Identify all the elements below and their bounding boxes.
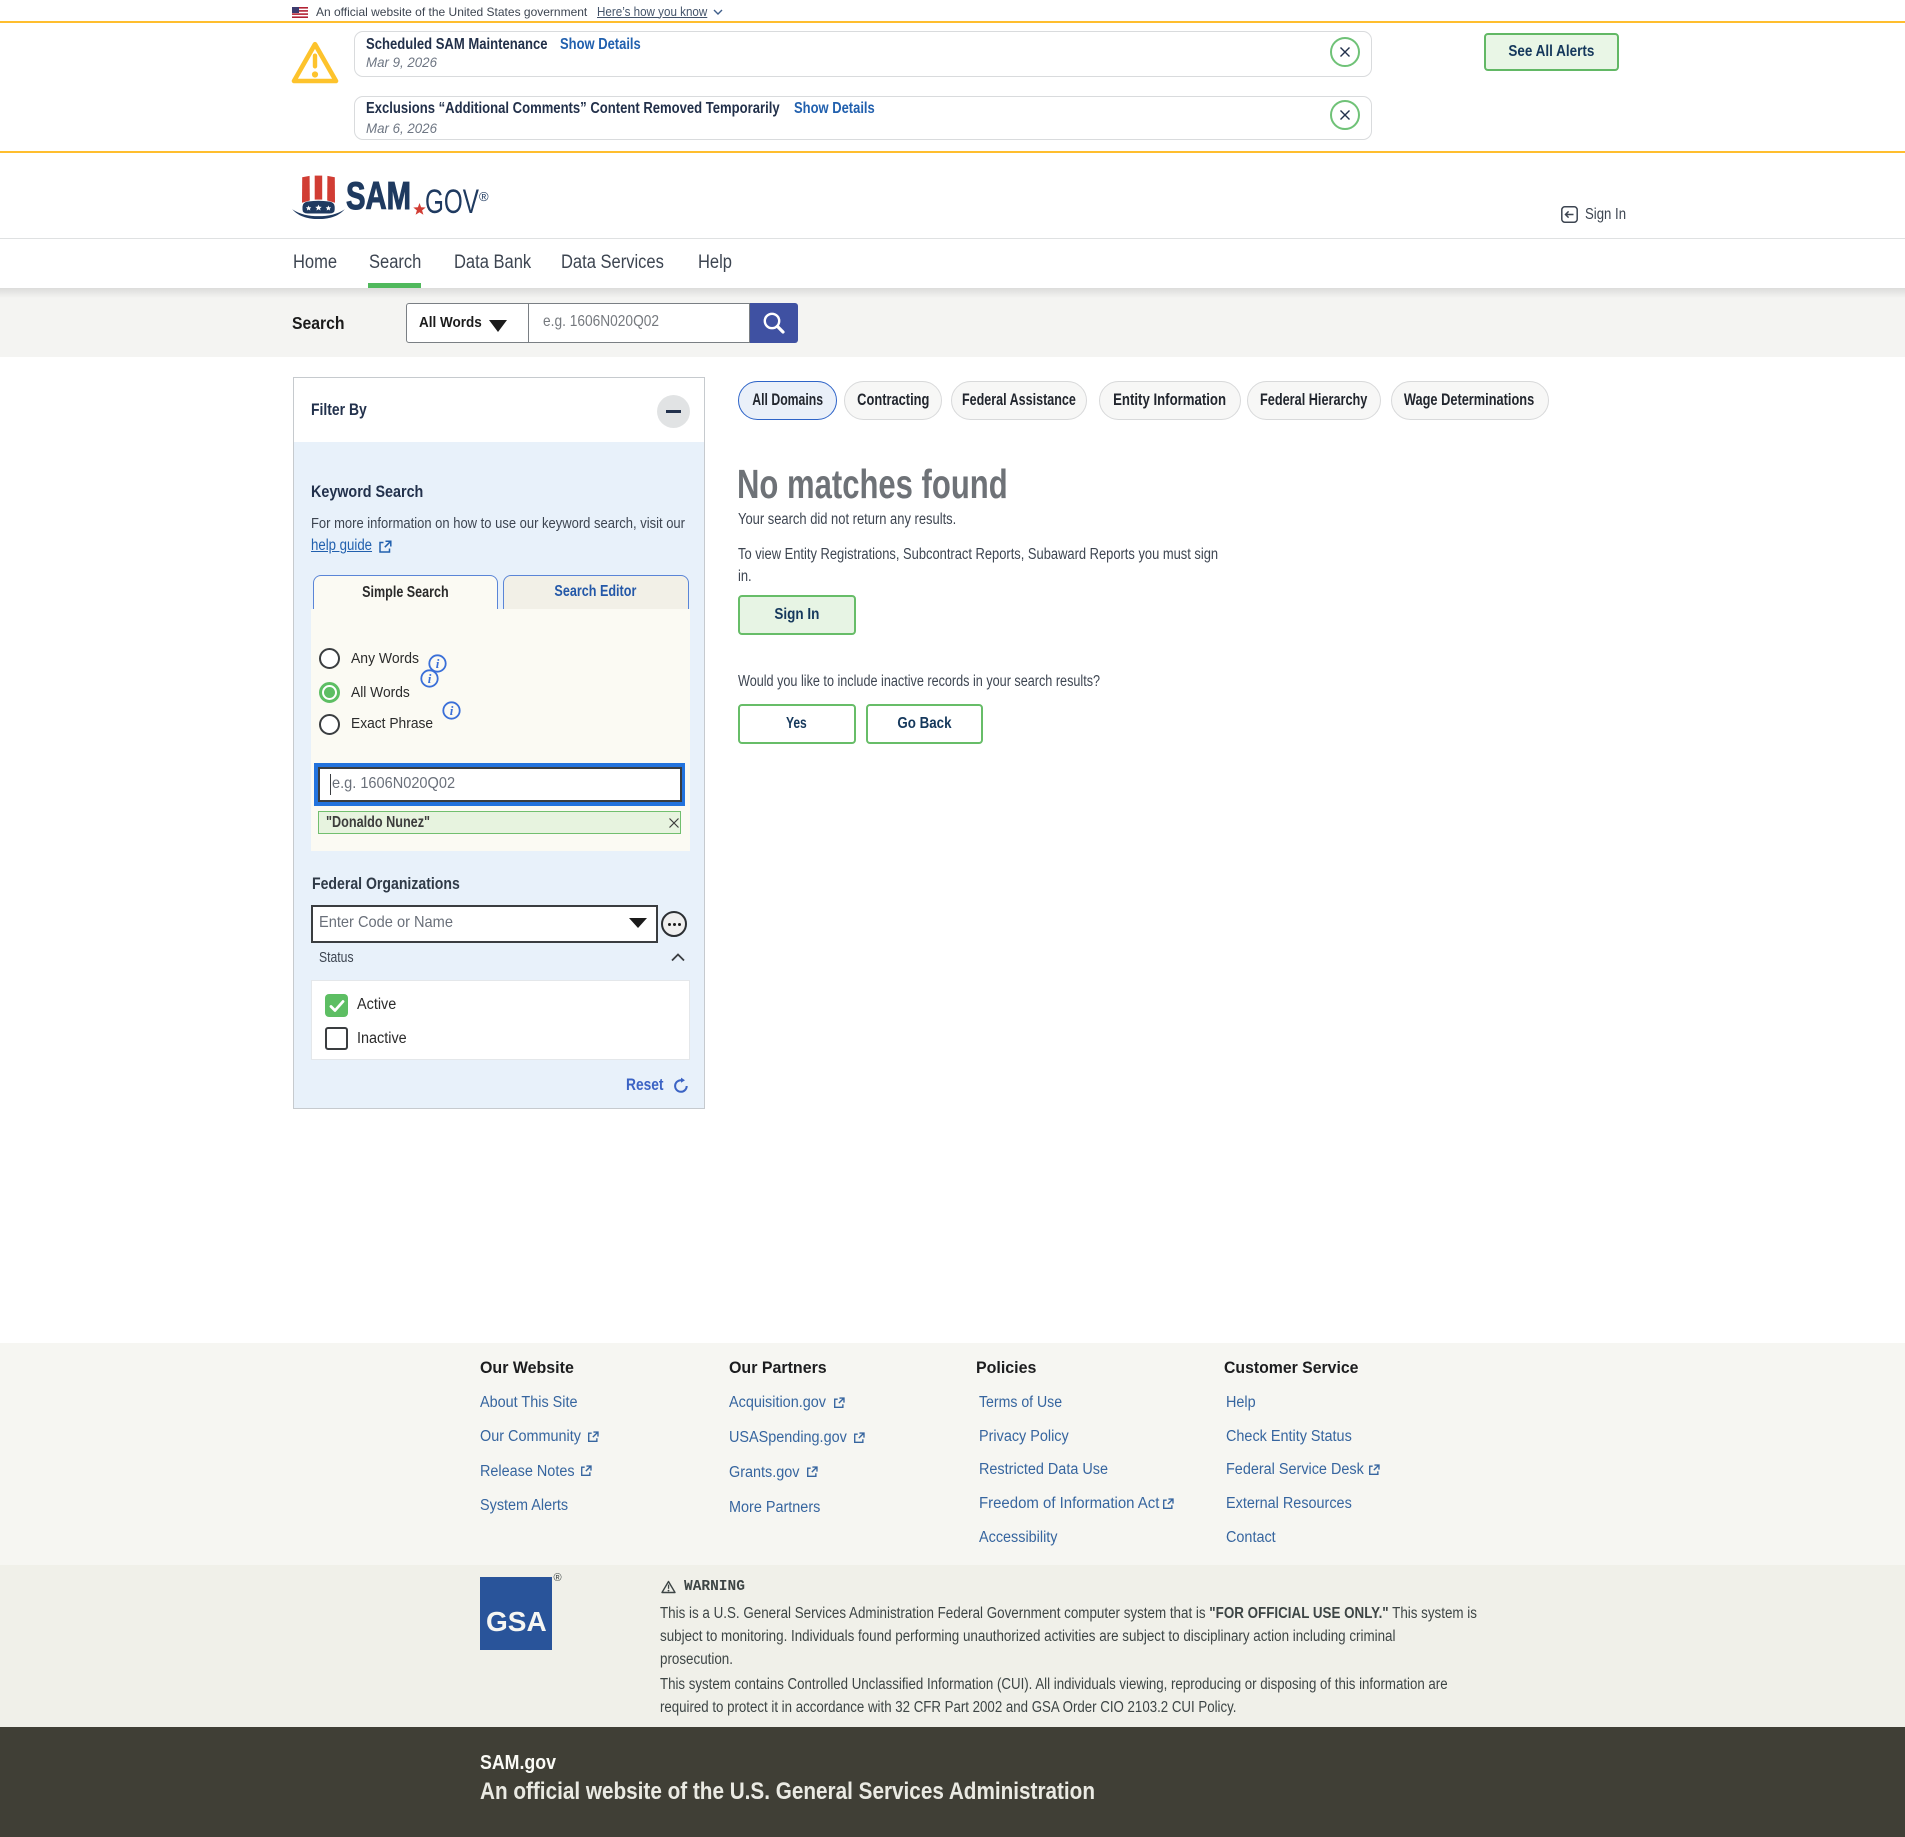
svg-text:i: i <box>427 670 431 685</box>
svg-text:i: i <box>449 702 453 717</box>
